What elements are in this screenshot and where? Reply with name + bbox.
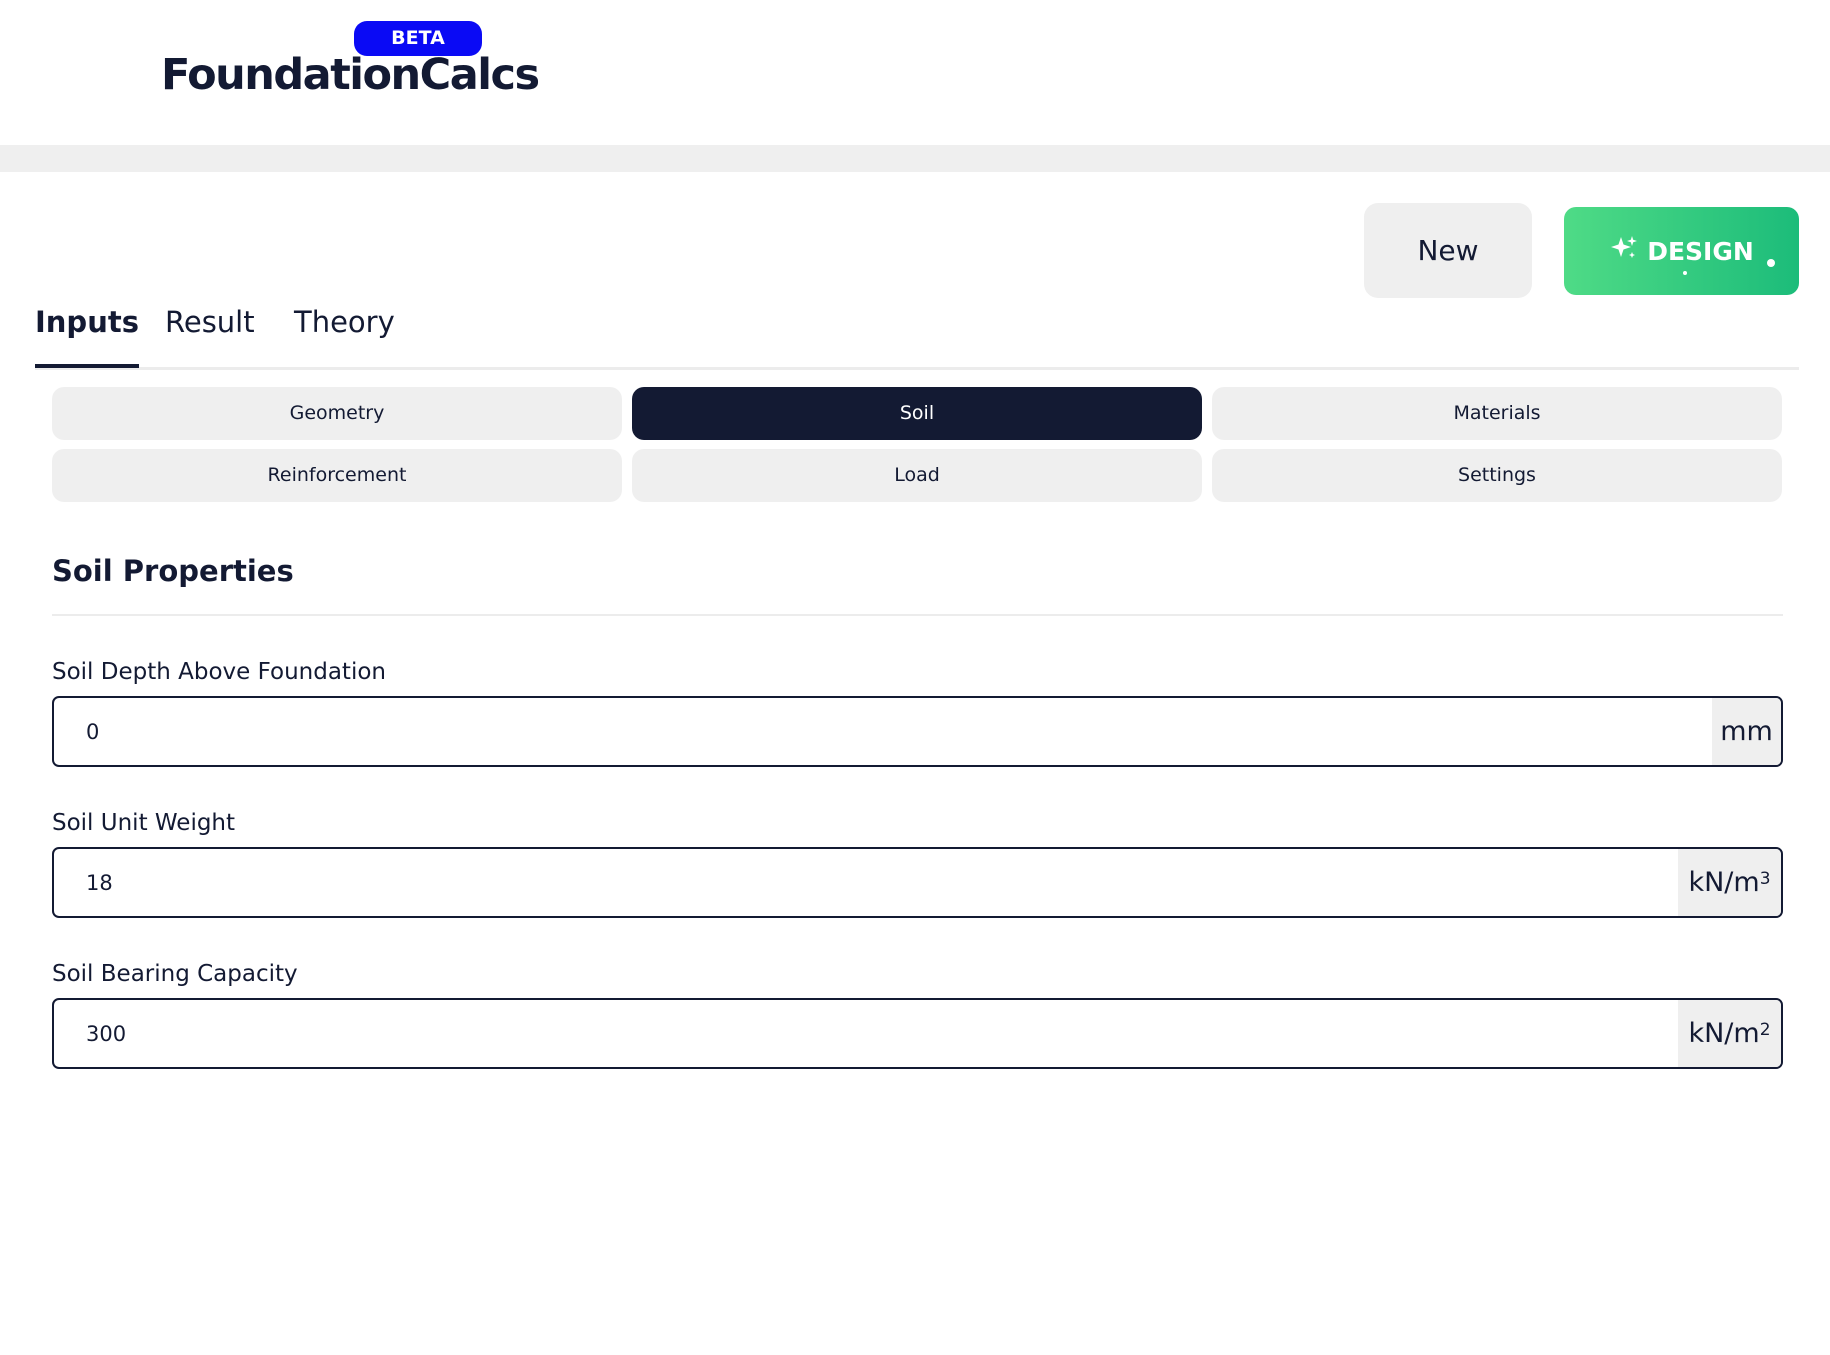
soil-depth-label: Soil Depth Above Foundation [52,659,386,685]
header-divider-band [0,145,1830,172]
design-button[interactable]: DESIGN [1564,207,1799,295]
section-divider [52,614,1783,616]
subtab-reinforcement[interactable]: Reinforcement [52,449,622,502]
sparkles-icon [1609,233,1639,269]
subtab-soil[interactable]: Soil [632,387,1202,440]
main-tabs: Inputs Result Theory [35,300,1799,370]
unit-text: mm [1720,716,1773,747]
new-button[interactable]: New [1364,203,1532,298]
soil-unit-weight-field: kN/m3 [52,847,1783,918]
soil-bearing-capacity-field: kN/m2 [52,998,1783,1069]
loading-dot [1683,271,1687,275]
subtab-geometry[interactable]: Geometry [52,387,622,440]
tab-inputs[interactable]: Inputs [35,300,139,368]
tab-result[interactable]: Result [165,300,255,367]
subtab-settings[interactable]: Settings [1212,449,1782,502]
app-header: FoundationCalcs BETA [0,0,1830,145]
app-logo[interactable]: FoundationCalcs [161,50,540,100]
subtab-load[interactable]: Load [632,449,1202,502]
subtab-materials[interactable]: Materials [1212,387,1782,440]
unit-exponent: 3 [1759,868,1771,889]
unit-text: kN/m [1688,1018,1760,1049]
beta-badge: BETA [354,21,482,56]
soil-depth-unit: mm [1712,698,1781,765]
soil-bearing-capacity-input[interactable] [54,1000,1682,1067]
unit-exponent: 2 [1759,1019,1771,1040]
section-title: Soil Properties [52,554,294,588]
soil-unit-weight-unit: kN/m 3 [1678,849,1781,916]
soil-depth-field: mm [52,696,1783,767]
unit-text: kN/m [1688,867,1760,898]
soil-unit-weight-input[interactable] [54,849,1682,916]
design-button-label: DESIGN [1647,236,1754,266]
soil-bearing-capacity-unit: kN/m 2 [1678,1000,1781,1067]
soil-bearing-capacity-label: Soil Bearing Capacity [52,961,298,987]
loading-dot [1767,259,1775,267]
tab-theory[interactable]: Theory [294,300,395,367]
soil-unit-weight-label: Soil Unit Weight [52,810,236,836]
soil-depth-input[interactable] [54,698,1716,765]
